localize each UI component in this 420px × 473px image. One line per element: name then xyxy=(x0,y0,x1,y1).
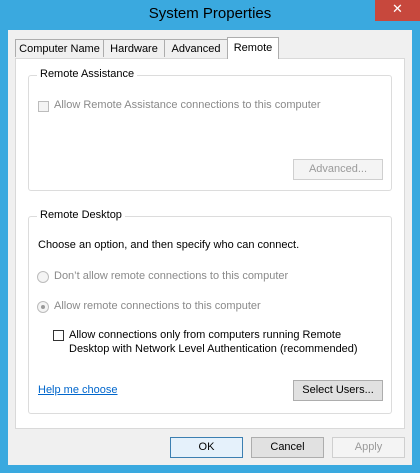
tab-computer-name[interactable]: Computer Name xyxy=(15,39,104,57)
close-icon[interactable]: ✕ xyxy=(375,0,420,21)
allow-remote-assistance-label: Allow Remote Assistance connections to t… xyxy=(54,99,321,111)
dont-allow-remote-radio[interactable] xyxy=(37,271,49,283)
tab-advanced[interactable]: Advanced xyxy=(164,39,228,57)
remote-assistance-advanced-button[interactable]: Advanced... xyxy=(293,159,383,180)
ok-button[interactable]: OK xyxy=(170,437,243,458)
remote-assistance-group-title: Remote Assistance xyxy=(37,68,138,80)
nla-only-label: Allow connections only from computers ru… xyxy=(69,328,358,356)
select-users-button[interactable]: Select Users... xyxy=(293,380,383,401)
cancel-button[interactable]: Cancel xyxy=(251,437,324,458)
nla-only-label-line1: Allow connections only from computers ru… xyxy=(69,329,342,341)
tab-hardware[interactable]: Hardware xyxy=(103,39,165,57)
remote-tab-panel: Remote Assistance Allow Remote Assistanc… xyxy=(15,58,405,429)
title-bar[interactable]: System Properties ✕ xyxy=(0,0,420,30)
tab-remote[interactable]: Remote xyxy=(227,37,279,59)
dont-allow-remote-label: Don’t allow remote connections to this c… xyxy=(54,270,289,282)
remote-assistance-group: Remote Assistance Allow Remote Assistanc… xyxy=(28,68,392,191)
nla-only-label-line2: Desktop with Network Level Authenticatio… xyxy=(69,343,358,355)
help-me-choose-link[interactable]: Help me choose xyxy=(38,384,118,396)
radio-selected-dot xyxy=(41,305,45,309)
dialog-client-area: Computer Name Hardware Advanced Remote R… xyxy=(8,30,412,465)
apply-button[interactable]: Apply xyxy=(332,437,405,458)
allow-remote-radio[interactable] xyxy=(37,301,49,313)
remote-desktop-group-title: Remote Desktop xyxy=(37,209,125,221)
remote-desktop-instruction: Choose an option, and then specify who c… xyxy=(38,239,300,251)
allow-remote-label: Allow remote connections to this compute… xyxy=(54,300,261,312)
window-title: System Properties xyxy=(148,5,272,22)
system-properties-window: System Properties ✕ Computer Name Hardwa… xyxy=(0,0,420,473)
remote-desktop-group: Remote Desktop Choose an option, and the… xyxy=(28,209,392,414)
allow-remote-assistance-checkbox[interactable] xyxy=(38,101,49,112)
nla-only-checkbox[interactable] xyxy=(53,330,64,341)
